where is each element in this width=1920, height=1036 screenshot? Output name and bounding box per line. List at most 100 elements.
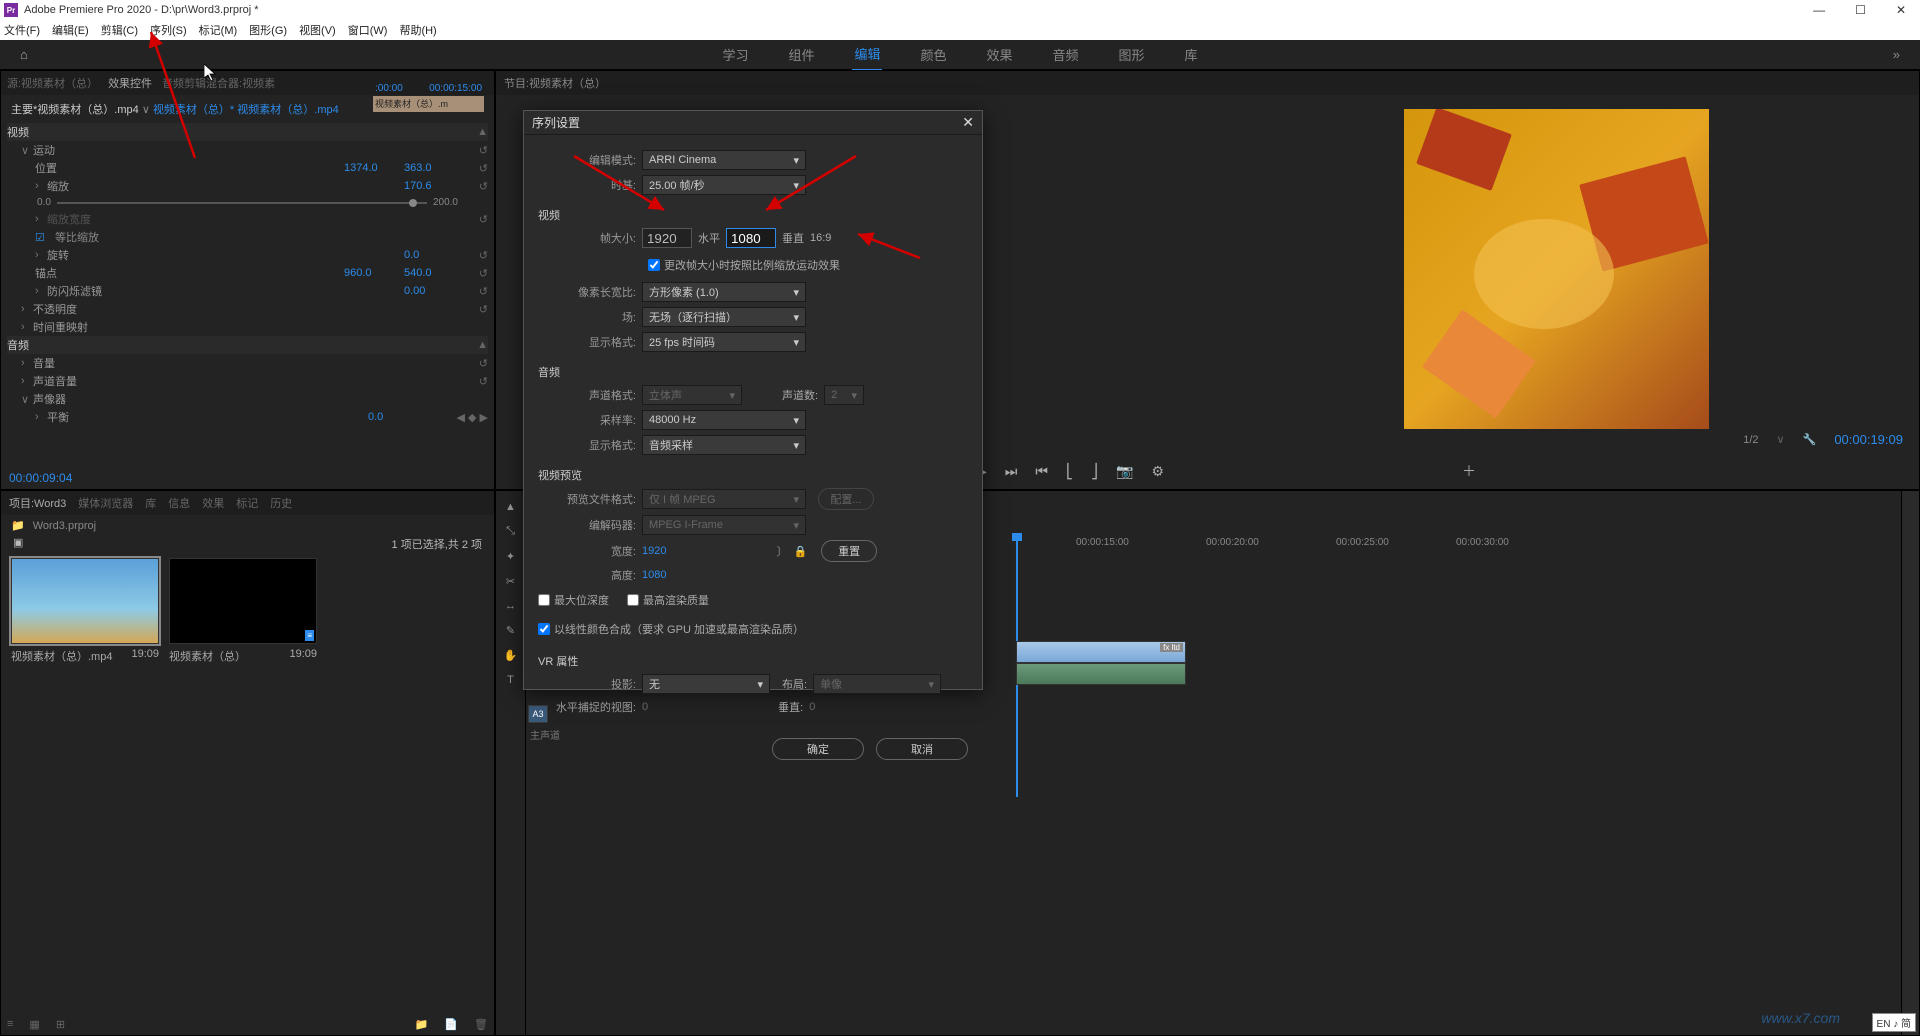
frame-width-input[interactable] — [642, 228, 692, 248]
max-quality-checkbox[interactable]: 最高渲染质量 — [627, 592, 709, 608]
program-viewport[interactable] — [1404, 109, 1709, 429]
track-select-tool[interactable]: ⤡ — [506, 525, 515, 538]
anchor-x[interactable]: 960.0 — [344, 267, 404, 279]
ws-audio[interactable]: 音频 — [1051, 39, 1081, 70]
program-timecode[interactable]: 00:00:19:09 — [1834, 432, 1903, 447]
af-val[interactable]: 0.00 — [404, 285, 464, 297]
hand-tool[interactable]: ✋ — [504, 649, 518, 662]
edit-mode-select[interactable]: ARRI Cinema▾ — [642, 150, 806, 170]
breadcrumb-link[interactable]: 视频素材（总）* 视频素材（总）.mp4 — [153, 104, 339, 116]
anchor-y[interactable]: 540.0 — [404, 267, 464, 279]
clip-item[interactable]: 视频素材（总）.mp419:09 — [11, 558, 159, 664]
pos-x[interactable]: 1374.0 — [344, 162, 404, 174]
disp-fmt-select[interactable]: 25 fps 时间码▾ — [642, 332, 806, 352]
effect-controls-timecode[interactable]: 00:00:09:04 — [9, 471, 72, 485]
step-fwd-button[interactable]: ⏭ — [1005, 463, 1018, 480]
proj-select[interactable]: 无▾ — [642, 674, 770, 694]
add-button[interactable]: ＋ — [1462, 461, 1476, 481]
proj-tab-info[interactable]: 信息 — [168, 495, 190, 511]
ime-indicator[interactable]: EN ♪ 简 — [1872, 1013, 1916, 1032]
step-back-button[interactable]: ⏮ — [1035, 463, 1048, 480]
menu-view[interactable]: 视图(V) — [299, 22, 336, 38]
bal-val[interactable]: 0.0 — [368, 411, 428, 423]
pos-y[interactable]: 363.0 — [404, 162, 464, 174]
sample-select[interactable]: 48000 Hz▾ — [642, 410, 806, 430]
menu-file[interactable]: 文件(F) — [4, 22, 40, 38]
bin-icon[interactable]: ▣ — [13, 536, 23, 552]
fx-volume[interactable]: 音量 — [33, 355, 464, 371]
ws-libraries[interactable]: 库 — [1183, 39, 1200, 70]
export-frame-button[interactable]: 📷 — [1116, 463, 1133, 480]
proj-tab-media[interactable]: 媒体浏览器 — [78, 495, 133, 511]
ws-effects[interactable]: 效果 — [985, 39, 1015, 70]
fx-uniform-scale[interactable]: 等比缩放 — [55, 229, 488, 245]
mark-out-button[interactable]: ⎦ — [1091, 463, 1098, 480]
ripple-tool[interactable]: ✦ — [506, 550, 515, 563]
cancel-button[interactable]: 取消 — [876, 738, 968, 760]
trash-icon[interactable]: 🗑 — [474, 1018, 488, 1031]
new-item-icon[interactable]: 📄 — [444, 1018, 458, 1031]
proj-tab-history[interactable]: 历史 — [270, 495, 292, 511]
tab-audio-clip-mixer[interactable]: 音频剪辑混合器:视频素 — [162, 75, 275, 91]
fields-select[interactable]: 无场（逐行扫描）▾ — [642, 307, 806, 327]
scale-slider[interactable] — [57, 202, 427, 204]
proj-tab-lib[interactable]: 库 — [145, 495, 156, 511]
icon-view-icon[interactable]: ▦ — [29, 1018, 39, 1031]
frame-height-input[interactable] — [726, 228, 776, 248]
link-icon[interactable]: 〕 — [776, 543, 787, 559]
fx-timeremap[interactable]: 时间重映射 — [33, 319, 488, 335]
razor-tool[interactable]: ✂ — [506, 575, 515, 588]
ws-graphics[interactable]: 图形 — [1117, 39, 1147, 70]
list-view-icon[interactable]: ≡ — [7, 1018, 13, 1031]
menu-edit[interactable]: 编辑(E) — [52, 22, 89, 38]
clip-item[interactable]: ≡ 视频素材（总）19:09 — [169, 558, 317, 664]
settings-button[interactable]: ⚙ — [1151, 463, 1164, 480]
menu-help[interactable]: 帮助(H) — [399, 22, 436, 38]
par-select[interactable]: 方形像素 (1.0)▾ — [642, 282, 806, 302]
timeline-ruler[interactable]: 00:00:15:00 00:00:20:00 00:00:25:00 00:0… — [1016, 537, 1881, 555]
menu-marker[interactable]: 标记(M) — [199, 22, 238, 38]
rot-val[interactable]: 0.0 — [404, 249, 464, 261]
fx-panner[interactable]: 声像器 — [33, 391, 488, 407]
home-icon[interactable]: ⌂ — [18, 41, 30, 68]
close-button[interactable]: ✕ — [1896, 3, 1906, 17]
ws-learn[interactable]: 学习 — [720, 39, 750, 70]
a-disp-fmt-select[interactable]: 音频采样▾ — [642, 435, 806, 455]
type-tool[interactable]: T — [507, 674, 514, 686]
mark-in-button[interactable]: ⎣ — [1066, 463, 1073, 480]
program-zoom[interactable]: 1/2 — [1743, 434, 1758, 446]
maximize-button[interactable]: ☐ — [1855, 3, 1866, 17]
proj-tab-markers[interactable]: 标记 — [236, 495, 258, 511]
dialog-close-button[interactable]: ✕ — [962, 114, 974, 131]
mini-clip[interactable]: 视频素材（总）.m — [373, 96, 484, 112]
pv-width[interactable]: 1920 — [642, 545, 666, 557]
timeline-video-clip[interactable]: fx ltd — [1016, 641, 1186, 663]
tab-source[interactable]: 源:视频素材（总） — [7, 75, 98, 91]
new-bin-icon[interactable]: 📁 — [415, 1018, 429, 1031]
menu-graphics[interactable]: 图形(G) — [249, 22, 287, 38]
timeline-audio-clip[interactable] — [1016, 663, 1186, 685]
fx-opacity[interactable]: 不透明度 — [33, 301, 464, 317]
menu-sequence[interactable]: 序列(S) — [150, 22, 187, 38]
ws-color[interactable]: 颜色 — [918, 39, 948, 70]
pen-tool[interactable]: ✎ — [506, 624, 515, 637]
lock-icon[interactable]: 🔒 — [793, 545, 807, 558]
fx-motion[interactable]: 运动 — [33, 142, 464, 158]
proj-tab-project[interactable]: 项目:Word3 — [9, 495, 66, 511]
minimize-button[interactable]: — — [1813, 3, 1825, 17]
scale-val[interactable]: 170.6 — [404, 180, 464, 192]
ws-editing[interactable]: 编辑 — [852, 38, 882, 71]
timebase-select[interactable]: 25.00 帧/秒▾ — [642, 175, 806, 195]
menu-window[interactable]: 窗口(W) — [348, 22, 388, 38]
menu-clip[interactable]: 剪辑(C) — [101, 22, 138, 38]
scale-motion-checkbox[interactable]: 更改帧大小时按照比例缩放运动效果 — [648, 257, 840, 273]
max-depth-checkbox[interactable]: 最大位深度 — [538, 592, 609, 608]
slip-tool[interactable]: ↔ — [505, 600, 516, 612]
wrench-icon[interactable]: 🔧 — [1803, 433, 1817, 446]
tab-effect-controls[interactable]: 效果控件 — [108, 75, 152, 91]
ok-button[interactable]: 确定 — [772, 738, 864, 760]
pv-reset-button[interactable]: 重置 — [821, 540, 877, 562]
proj-tab-fx[interactable]: 效果 — [202, 495, 224, 511]
program-tab[interactable]: 节目:视频素材（总） — [504, 75, 606, 91]
pv-height[interactable]: 1080 — [642, 569, 666, 581]
